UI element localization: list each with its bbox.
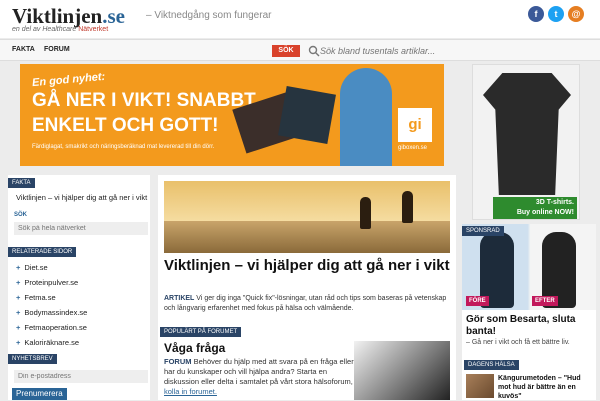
related-label: Bodymassindex.se (24, 308, 88, 317)
newsletter-tag: NYHETSBREV (8, 354, 57, 364)
left-sidebar: FAKTA Viktlinjen – vi hjälper dig att gå… (8, 175, 150, 400)
forum-title[interactable]: Våga fråga (164, 341, 225, 355)
plus-icon: + (16, 323, 21, 332)
news-thumbnail[interactable] (466, 374, 494, 398)
article-intro: ARTIKEL Vi ger dig inga "Quick fix"-lösn… (164, 294, 450, 314)
tshirt-image (483, 73, 571, 195)
main-nav: FAKTA FORUM SÖK (0, 39, 600, 61)
sidebar-search-input[interactable] (14, 222, 148, 235)
giboxen-url: giboxen.se (398, 145, 428, 151)
related-item[interactable]: + Bodymassindex.se (16, 308, 87, 317)
twitter-icon[interactable]: t (548, 6, 564, 22)
email-field[interactable] (14, 370, 148, 383)
related-label: Fetmaoperation.se (24, 323, 87, 332)
sidebar-search-label: SÖK (14, 212, 28, 218)
email-icon[interactable]: @ (568, 6, 584, 22)
popular-tag: POPULÄRT PÅ FORUMET (160, 327, 242, 337)
search-icon[interactable] (308, 45, 320, 57)
site-tagline: – Viktnedgång som fungerar (146, 10, 272, 21)
plus-icon: + (16, 263, 21, 272)
forum-text: Behöver du hjälp med att svara på en frå… (164, 357, 354, 386)
efter-badge: EFTER (532, 296, 558, 306)
banner-ad[interactable]: En god nyhet: GÅ NER I VIKT! SNABBT, ENK… (20, 64, 444, 166)
forum-link[interactable]: kolla in forumet. (164, 387, 217, 396)
related-item[interactable]: + Kaloriräknare.se (16, 338, 79, 347)
fakta-text[interactable]: Viktlinjen – vi hjälper dig att gå ner i… (16, 193, 147, 202)
logo-ext: .se (102, 4, 125, 28)
plus-icon: + (16, 338, 21, 347)
nav-item-forum[interactable]: FORUM (44, 46, 70, 53)
search-tag: SÖK (272, 45, 300, 57)
related-label: Proteinpulver.se (24, 278, 79, 287)
banner-line3: ENKELT OCH GOTT! (32, 115, 219, 136)
artikel-text: Vi ger dig inga "Quick fix"-lösningar, u… (164, 295, 447, 312)
logo-sub-red: Nätverket (78, 26, 109, 33)
banner-line1: En god nyhet: (31, 70, 106, 90)
plus-icon: + (16, 308, 21, 317)
related-label: Diet.se (24, 263, 48, 272)
daily-health-tag: DAGENS HÄLSA (464, 360, 519, 370)
beach-sand (164, 221, 450, 253)
nav-item-fakta[interactable]: FAKTA (12, 46, 35, 53)
subscribe-button[interactable]: Prenumerera (12, 388, 67, 400)
tshirt-caption-line1: 3D T-shirts. (535, 199, 574, 206)
related-item[interactable]: + Diet.se (16, 263, 48, 272)
banner-line2: GÅ NER I VIKT! SNABBT, (32, 90, 259, 111)
sponsored-subtitle: – Gå ner i vikt och få ett bättre liv. (466, 339, 570, 346)
forum-image[interactable] (354, 341, 450, 400)
site-header: Viktlinjen.se en del av Healthcare Nätve… (0, 0, 600, 38)
logo-main: Viktlinjen (12, 4, 103, 28)
logo-sub-prefix: en del av (12, 26, 41, 33)
forum-teaser: FORUM Behöver du hjälp med att svara på … (164, 357, 360, 397)
fakta-tag: FAKTA (8, 178, 35, 188)
logo-sub-brand: Healthcare (42, 26, 77, 33)
tshirt-ad-caption: 3D T-shirts. Buy online NOW! (493, 197, 577, 219)
related-label: Fetma.se (24, 293, 56, 302)
runner-figure (402, 191, 413, 223)
food-box-image (278, 86, 336, 144)
related-item[interactable]: + Fetma.se (16, 293, 56, 302)
related-item[interactable]: + Proteinpulver.se (16, 278, 78, 287)
hero-image-beach-runners[interactable] (164, 181, 450, 253)
related-tag: RELATERADE SIDOR (8, 247, 77, 257)
news-headline[interactable]: Kängurumetoden – "Hud mot hud är bättre … (498, 374, 594, 401)
chef-image (340, 68, 392, 166)
runner-figure (360, 197, 371, 229)
giboxen-logo: gi (398, 108, 432, 142)
tshirt-caption-line2: Buy online NOW! (516, 209, 574, 216)
related-label: Kaloriräknare.se (24, 338, 79, 347)
logo-subtitle: en del av Healthcare Nätverket (12, 26, 108, 33)
right-sidebar: FÖRE EFTER SPONSRAD Gör som Besarta, slu… (462, 224, 596, 400)
plus-icon: + (16, 278, 21, 287)
sponsor-tag: SPONSRAD (462, 226, 504, 236)
main-content: Viktlinjen – vi hjälper dig att gå ner i… (158, 175, 456, 400)
sponsored-image[interactable]: FÖRE EFTER (462, 224, 596, 310)
fore-badge: FÖRE (466, 296, 489, 306)
plus-icon: + (16, 293, 21, 302)
side-ad-tshirt[interactable]: 3D T-shirts. Buy online NOW! (472, 64, 580, 220)
site-search-input[interactable] (320, 44, 570, 58)
facebook-icon[interactable]: f (528, 6, 544, 22)
sponsored-title[interactable]: Gör som Besarta, sluta banta! (466, 314, 592, 338)
banner-small-text: Färdiglagat, smakrikt och näringsberäkna… (32, 144, 215, 150)
related-item[interactable]: + Fetmaoperation.se (16, 323, 87, 332)
article-title[interactable]: Viktlinjen – vi hjälper dig att gå ner i… (164, 257, 450, 275)
artikel-label: ARTIKEL (164, 295, 195, 302)
forum-label: FORUM (164, 357, 192, 366)
